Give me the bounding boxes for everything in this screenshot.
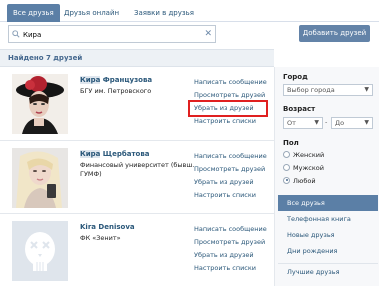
found-count: Найдено 7 друзей [8, 54, 83, 62]
radio-selected-icon [283, 176, 290, 184]
radio-icon [283, 163, 290, 171]
friend-actions: Написать сообщение Просмотреть друзей Уб… [194, 150, 274, 202]
remove-friend-link[interactable]: Убрать из друзей [188, 100, 268, 117]
configure-lists-link[interactable]: Настроить списки [194, 262, 274, 275]
tab-friends-online[interactable]: Друзья онлайн [58, 4, 125, 22]
filter-sidebar: Город Выбор города ▼ Возраст От ▼ - До ▼ По… [274, 67, 379, 286]
clear-icon[interactable]: ✕ [204, 28, 212, 41]
view-friends-link[interactable]: Просмотреть друзей [194, 163, 274, 176]
friend-row: Кира Французова БГУ им. Петровского Напи… [0, 67, 274, 141]
age-dash: - [325, 118, 328, 126]
remove-friend-link[interactable]: Убрать из друзей [194, 176, 274, 189]
avatar[interactable] [12, 148, 68, 208]
age-to-select[interactable]: До ▼ [331, 117, 373, 129]
search-icon [12, 30, 20, 38]
chevron-down-icon: ▼ [314, 119, 319, 126]
friend-row: Kira Denisova ФК «Зенит» Написать сообще… [0, 214, 274, 286]
write-message-link[interactable]: Написать сообщение [194, 76, 274, 89]
configure-lists-link[interactable]: Настроить списки [194, 115, 274, 128]
friend-name[interactable]: Kira Denisova [80, 223, 135, 231]
friend-info: ФК «Зенит» [80, 234, 121, 242]
avatar[interactable] [12, 221, 68, 281]
configure-lists-link[interactable]: Настроить списки [194, 189, 274, 202]
radio-icon [283, 150, 290, 158]
friend-name[interactable]: Кира Щербатова [80, 150, 149, 158]
friend-info: БГУ им. Петровского [80, 87, 152, 95]
friend-info-cont: ГУМФ) [80, 170, 102, 178]
found-count-bar: Найдено 7 друзей [0, 49, 274, 67]
write-message-link[interactable]: Написать сообщение [194, 150, 274, 163]
tab-friend-requests[interactable]: Заявки в друзья [128, 4, 200, 22]
friend-actions: Написать сообщение Просмотреть друзей Уб… [194, 223, 274, 275]
friend-row: Кира Щербатова Финансовый университет (б… [0, 141, 274, 214]
gender-radio-female[interactable]: Женский [283, 150, 324, 160]
view-friends-link[interactable]: Просмотреть друзей [194, 89, 274, 102]
search-box[interactable]: ✕ [8, 25, 216, 43]
write-message-link[interactable]: Написать сообщение [194, 223, 274, 236]
gender-radio-any[interactable]: Любой [283, 176, 316, 186]
chevron-down-icon: ▼ [364, 119, 369, 126]
avatar[interactable] [12, 74, 68, 134]
add-friends-button[interactable]: Добавить друзей [299, 25, 370, 42]
view-friends-link[interactable]: Просмотреть друзей [194, 236, 274, 249]
sidebar-item-best-friends[interactable]: Лучшие друзья [278, 264, 378, 280]
friends-tabs: Все друзья Друзья онлайн Заявки в друзья [0, 0, 379, 22]
friend-info: Финансовый университет (бывш. [80, 161, 195, 169]
friend-name[interactable]: Кира Французова [80, 76, 152, 84]
search-row: ✕ Добавить друзей [0, 22, 379, 48]
gender-radio-male[interactable]: Мужской [283, 163, 324, 173]
friend-actions: Написать сообщение Просмотреть друзей Уб… [188, 76, 274, 128]
search-input[interactable] [23, 28, 203, 41]
sidebar-item-birthdays[interactable]: Дни рождения [278, 243, 378, 259]
tab-all-friends[interactable]: Все друзья [7, 4, 60, 22]
city-select[interactable]: Выбор города ▼ [283, 84, 373, 96]
remove-friend-link[interactable]: Убрать из друзей [194, 249, 274, 262]
sidebar-item-new-friends[interactable]: Новые друзья [278, 227, 378, 243]
sidebar-menu: Все друзья Телефонная книга Новые друзья… [278, 195, 378, 280]
sidebar-item-phone-book[interactable]: Телефонная книга [278, 211, 378, 227]
chevron-down-icon: ▼ [364, 86, 369, 93]
sidebar-item-all-friends[interactable]: Все друзья [278, 195, 378, 211]
age-from-select[interactable]: От ▼ [283, 117, 323, 129]
gender-label: Пол [283, 139, 299, 147]
age-label: Возраст [283, 105, 316, 113]
city-label: Город [283, 73, 308, 81]
default-avatar-icon [12, 221, 68, 281]
